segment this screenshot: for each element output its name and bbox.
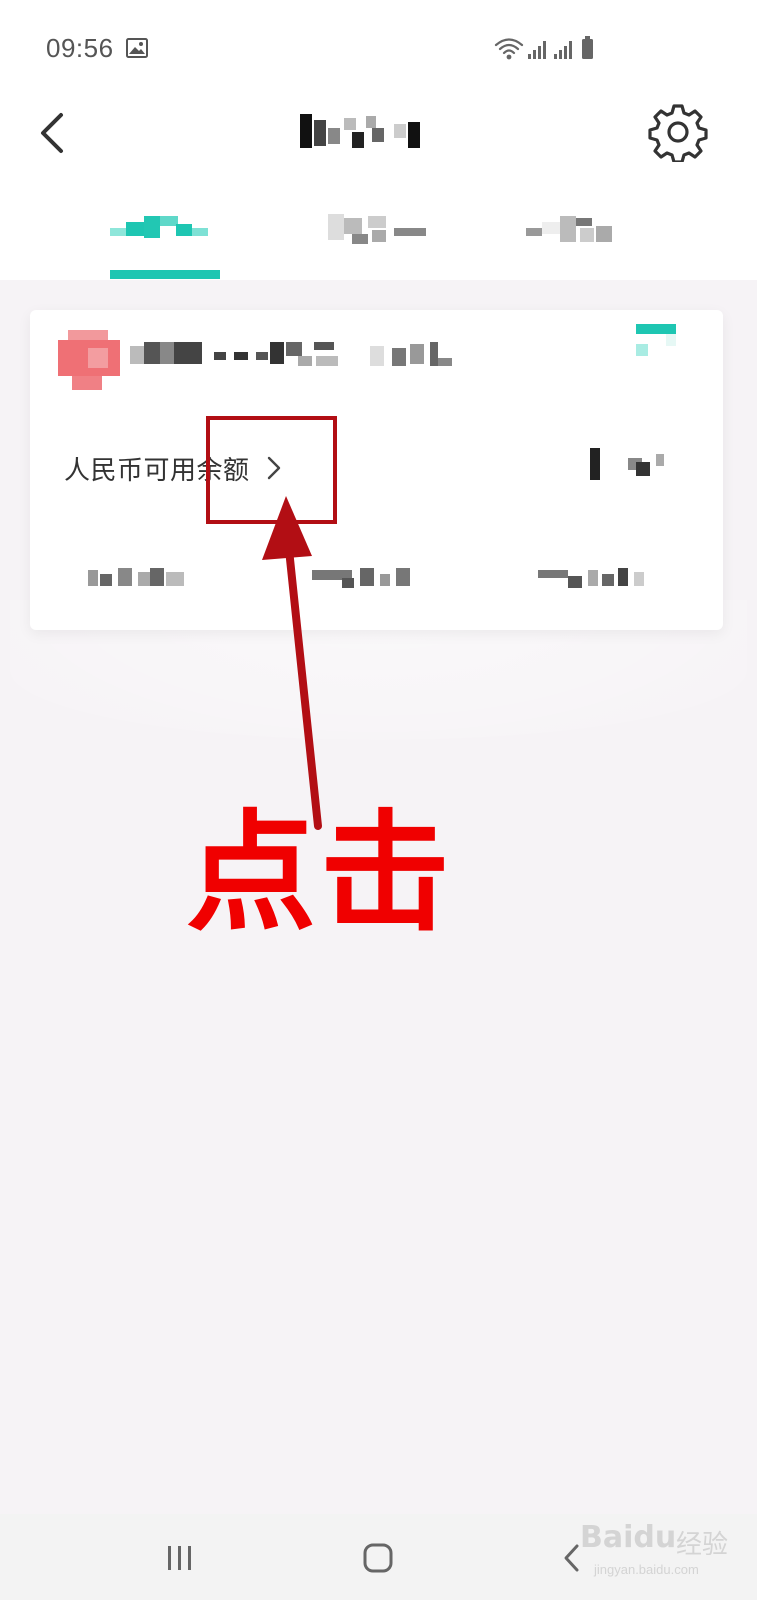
watermark-cn: 经验 — [676, 1529, 729, 1559]
recent-apps-icon — [168, 1546, 191, 1570]
baidu-watermark: Baidu 经验 jingyan.baidu.com — [580, 1514, 750, 1594]
home-icon — [363, 1543, 393, 1573]
home-button[interactable] — [354, 1536, 402, 1580]
recent-apps-button[interactable] — [156, 1536, 204, 1580]
watermark-brand: Baidu — [580, 1520, 677, 1555]
click-instruction-text: 点击 — [186, 797, 455, 949]
watermark-url: jingyan.baidu.com — [594, 1562, 699, 1577]
